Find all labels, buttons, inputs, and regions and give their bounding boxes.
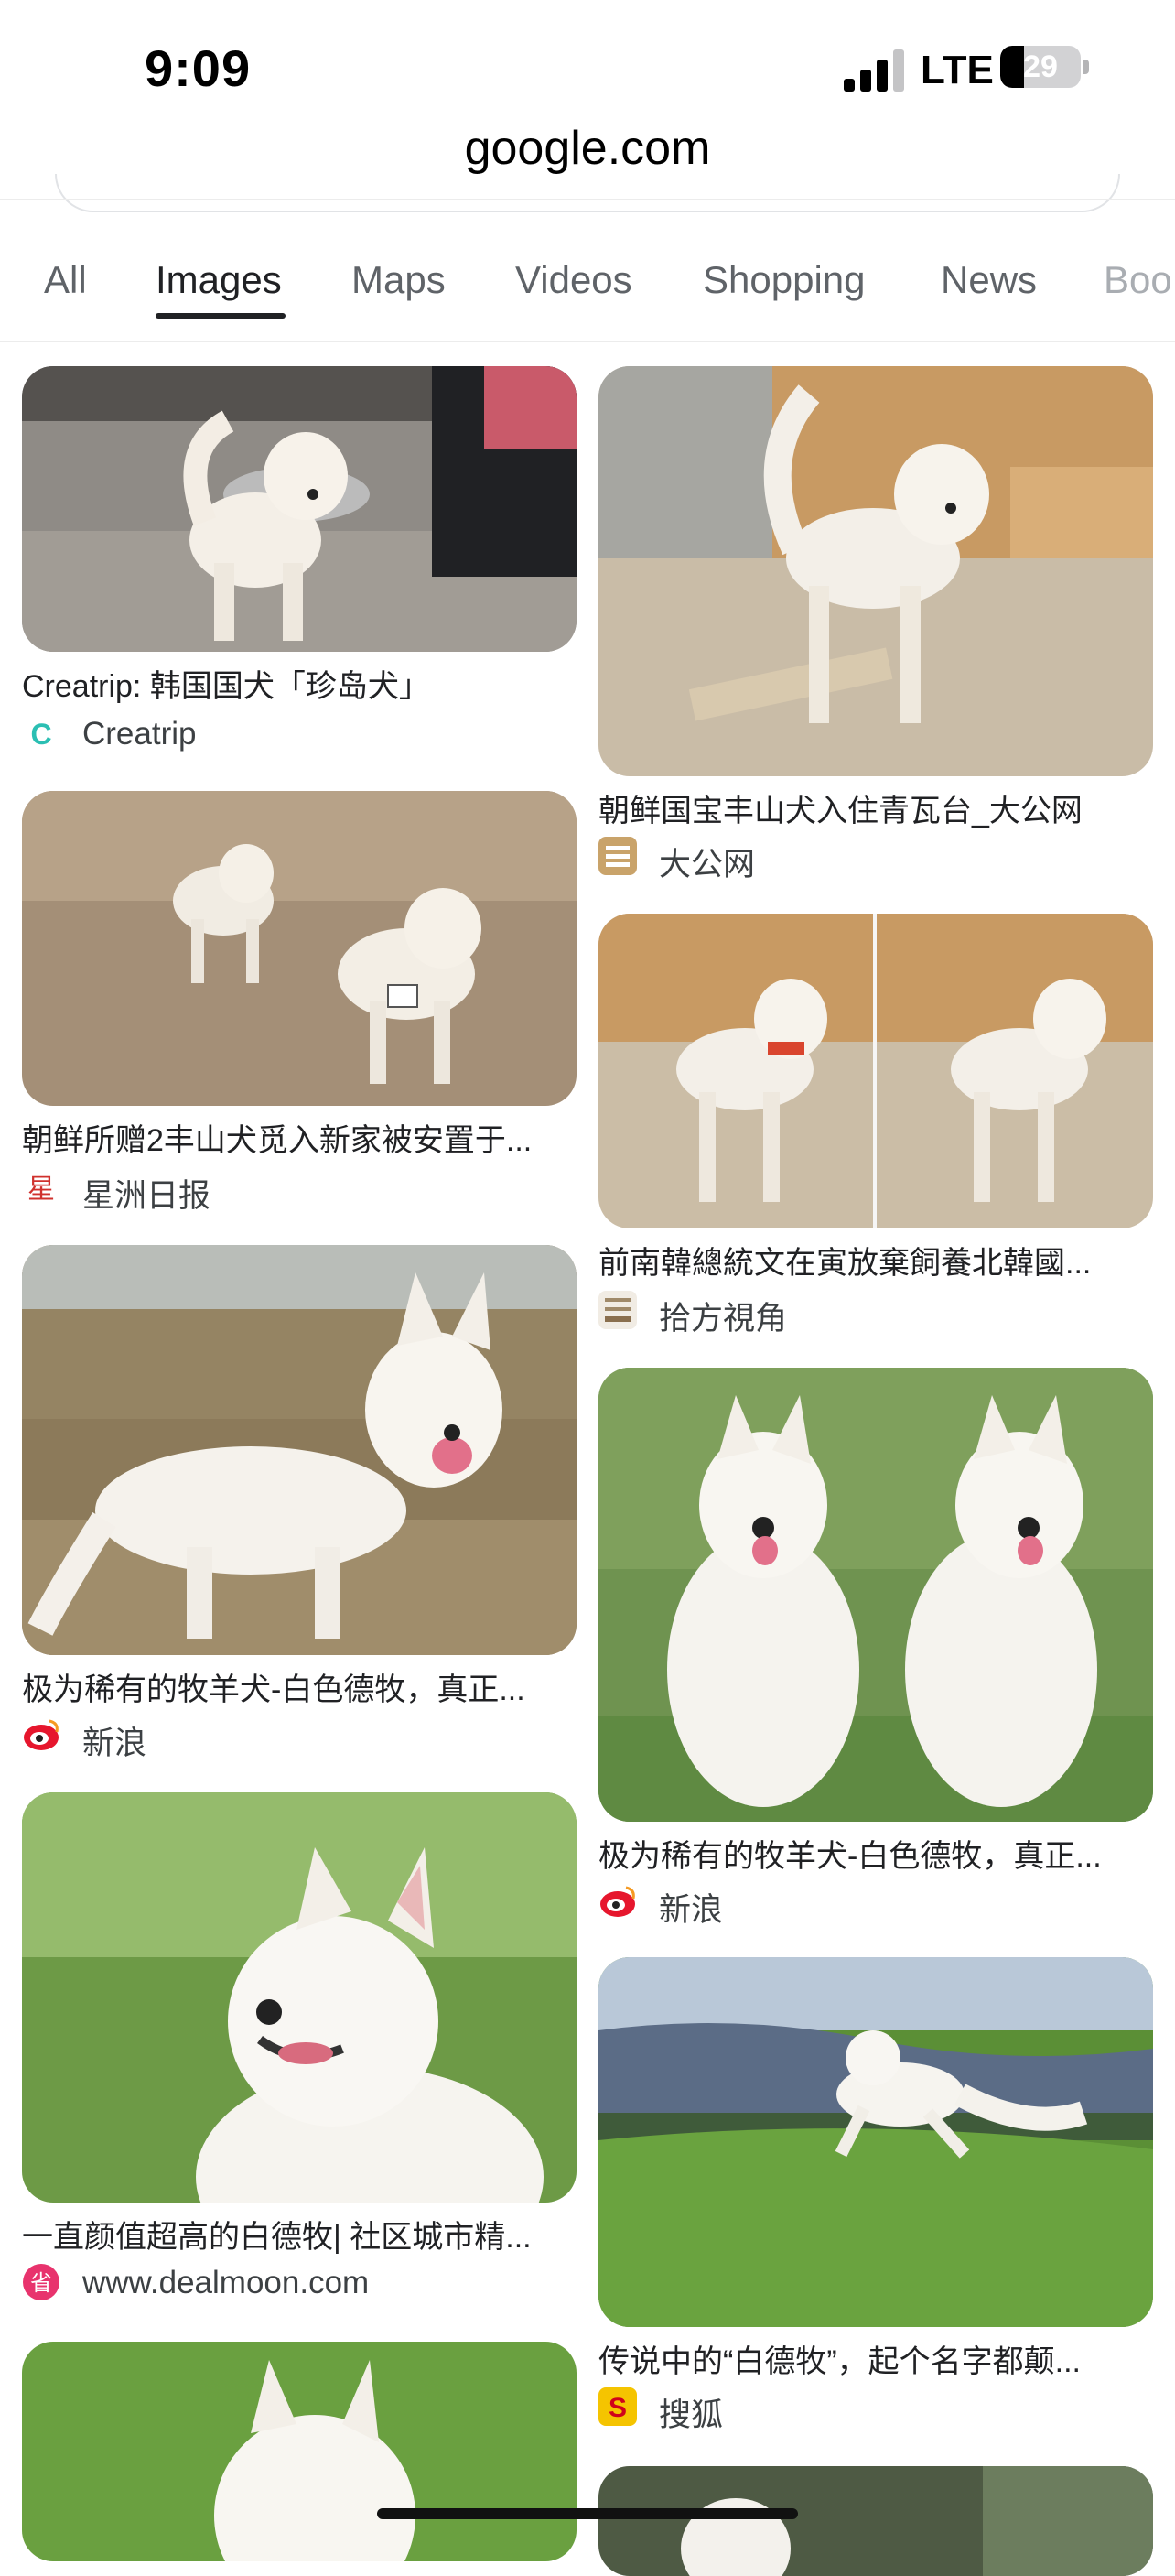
search-tabs: All Images Maps Videos Shopping News Boo	[0, 238, 1175, 348]
active-tab-indicator	[156, 313, 286, 319]
sinchew-icon: 星	[27, 1174, 55, 1206]
sohu-icon: S	[598, 2387, 637, 2426]
dealmoon-icon: 省	[23, 2264, 59, 2300]
result-thumbnail[interactable]	[22, 791, 577, 1106]
network-type: LTE	[921, 48, 994, 92]
url-text: google.com	[464, 122, 711, 175]
result-title[interactable]: 朝鲜所赠2丰山犬觅入新家被安置于...	[22, 1115, 577, 1160]
tabs-divider	[0, 341, 1175, 342]
result-thumbnail[interactable]	[22, 2342, 577, 2561]
result-thumbnail[interactable]	[598, 1368, 1153, 1822]
shifang-icon	[598, 1291, 637, 1329]
source-name: 搜狐	[659, 2397, 724, 2433]
tab-news[interactable]: News	[941, 258, 1037, 302]
battery-icon: 29	[1000, 46, 1081, 88]
takungpao-icon	[598, 837, 637, 875]
battery-level: 29	[1023, 49, 1058, 84]
home-indicator[interactable]	[377, 2508, 798, 2519]
sina-icon	[24, 1719, 59, 1750]
result-thumbnail[interactable]	[598, 914, 1153, 1228]
sina-icon	[600, 1886, 635, 1917]
search-box[interactable]	[55, 174, 1120, 212]
source-name: 大公网	[659, 847, 756, 882]
creatrip-icon: C	[30, 718, 51, 751]
battery-nub	[1083, 60, 1089, 74]
svg-text:S: S	[609, 2393, 627, 2423]
status-time: 9:09	[145, 39, 252, 97]
result-title[interactable]: 朝鲜国宝丰山犬入住青瓦台_大公网	[598, 785, 1153, 830]
source-name: 新浪	[659, 1892, 724, 1928]
result-title[interactable]: 极为稀有的牧羊犬-白色德牧，真正...	[22, 1664, 577, 1709]
result-title[interactable]: 一直颜值超高的白德牧| 社区城市精...	[22, 2212, 577, 2257]
result-thumbnail[interactable]	[22, 1792, 577, 2203]
tab-books[interactable]: Boo	[1104, 258, 1172, 302]
source-name: 星洲日报	[82, 1178, 211, 1214]
status-bar: 9:09 LTE 29	[0, 0, 1175, 137]
svg-text:省: 省	[30, 2270, 52, 2296]
result-thumbnail[interactable]	[22, 366, 577, 652]
tab-videos[interactable]: Videos	[515, 258, 632, 302]
result-title[interactable]: 前南韓總統文在寅放棄飼養北韓國...	[598, 1238, 1153, 1283]
result-thumbnail[interactable]	[598, 1957, 1153, 2327]
result-thumbnail[interactable]	[598, 366, 1153, 776]
result-thumbnail[interactable]	[22, 1245, 577, 1655]
source-name: 新浪	[82, 1726, 147, 1761]
result-thumbnail[interactable]	[598, 2466, 1153, 2576]
svg-text:C: C	[30, 718, 51, 751]
source-name: 拾方視角	[659, 1301, 788, 1337]
source-name: Creatrip	[82, 716, 197, 752]
source-name: www.dealmoon.com	[82, 2265, 370, 2300]
result-title[interactable]: 极为稀有的牧羊犬-白色德牧，真正...	[598, 1831, 1153, 1876]
cellular-signal-icon	[844, 49, 904, 92]
result-title[interactable]: Creatrip: 韩国国犬「珍岛犬」	[22, 661, 577, 706]
tab-maps[interactable]: Maps	[351, 258, 446, 302]
tab-images[interactable]: Images	[156, 258, 282, 302]
result-title[interactable]: 传说中的“白德牧”，起个名字都颠...	[598, 2336, 1153, 2381]
tab-all[interactable]: All	[44, 258, 87, 302]
svg-text:星: 星	[27, 1174, 55, 1206]
tab-shopping[interactable]: Shopping	[703, 258, 866, 302]
header-divider	[0, 199, 1175, 200]
